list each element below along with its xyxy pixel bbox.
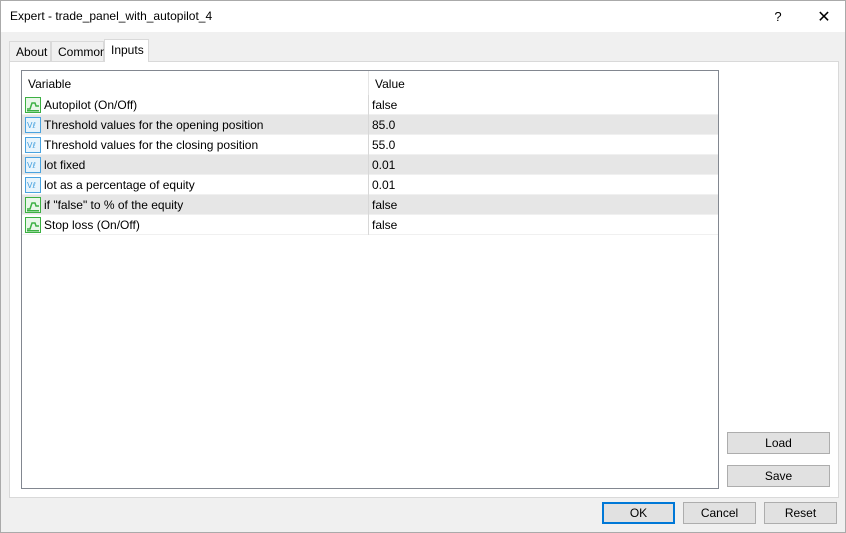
help-icon: ?: [774, 9, 782, 24]
inputs-panel: Variable Value Autopilot (On/Off) false V…: [9, 61, 839, 498]
variable-cell: Vℓ Threshold values for the closing posi…: [22, 135, 369, 155]
tab-inputs[interactable]: Inputs: [104, 39, 149, 62]
value-cell[interactable]: 0.01: [369, 155, 718, 175]
variable-cell: Stop loss (On/Off): [22, 215, 369, 235]
variable-cell: Vℓ Threshold values for the opening posi…: [22, 115, 369, 135]
variable-cell: Vℓ lot as a percentage of equity: [22, 175, 369, 195]
variable-label: Stop loss (On/Off): [44, 218, 140, 232]
variable-cell: if "false" to % of the equity: [22, 195, 369, 215]
table-row[interactable]: Stop loss (On/Off) false: [22, 215, 718, 235]
svg-text:Vℓ: Vℓ: [27, 161, 36, 170]
variable-label: lot fixed: [44, 158, 86, 172]
table-row[interactable]: Autopilot (On/Off) false: [22, 95, 718, 115]
variable-label: Threshold values for the closing positio…: [44, 138, 259, 152]
variable-cell: Autopilot (On/Off): [22, 95, 369, 115]
help-button[interactable]: ?: [755, 1, 801, 32]
svg-text:Vℓ: Vℓ: [27, 141, 36, 150]
value-icon: Vℓ: [25, 137, 41, 153]
value-cell[interactable]: 55.0: [369, 135, 718, 155]
value-cell[interactable]: false: [369, 195, 718, 215]
value-cell[interactable]: false: [369, 215, 718, 235]
value-cell[interactable]: 85.0: [369, 115, 718, 135]
cancel-button[interactable]: Cancel: [683, 502, 756, 524]
variable-label: Autopilot (On/Off): [44, 98, 138, 112]
table-row[interactable]: if "false" to % of the equity false: [22, 195, 718, 215]
close-icon: ✕: [817, 8, 831, 26]
inputs-table[interactable]: Variable Value Autopilot (On/Off) false V…: [21, 70, 719, 489]
reset-button[interactable]: Reset: [764, 502, 837, 524]
svg-text:Vℓ: Vℓ: [27, 181, 36, 190]
variable-cell: Vℓ lot fixed: [22, 155, 369, 175]
bool-icon: [25, 197, 41, 213]
table-row[interactable]: Vℓ lot as a percentage of equity 0.01: [22, 175, 718, 195]
bool-icon: [25, 217, 41, 233]
load-button[interactable]: Load: [727, 432, 830, 454]
title-bar: Expert - trade_panel_with_autopilot_4 ? …: [1, 1, 845, 32]
value-icon: Vℓ: [25, 177, 41, 193]
value-icon: Vℓ: [25, 157, 41, 173]
window-title: Expert - trade_panel_with_autopilot_4: [10, 9, 213, 23]
table-row[interactable]: Vℓ Threshold values for the closing posi…: [22, 135, 718, 155]
variable-label: lot as a percentage of equity: [44, 178, 195, 192]
ok-button[interactable]: OK: [602, 502, 675, 524]
tab-about[interactable]: About: [9, 41, 51, 61]
variable-label: if "false" to % of the equity: [44, 198, 184, 212]
save-button[interactable]: Save: [727, 465, 830, 487]
table-row[interactable]: Vℓ lot fixed 0.01: [22, 155, 718, 175]
value-cell[interactable]: false: [369, 95, 718, 115]
table-body: Autopilot (On/Off) false Vℓ Threshold val…: [22, 95, 718, 235]
variable-label: Threshold values for the opening positio…: [44, 118, 264, 132]
table-row[interactable]: Vℓ Threshold values for the opening posi…: [22, 115, 718, 135]
expert-dialog: Expert - trade_panel_with_autopilot_4 ? …: [0, 0, 846, 533]
svg-text:Vℓ: Vℓ: [27, 121, 36, 130]
column-header-variable[interactable]: Variable: [22, 71, 369, 95]
table-header: Variable Value: [22, 71, 718, 95]
bool-icon: [25, 97, 41, 113]
tab-common[interactable]: Common: [51, 41, 107, 61]
column-header-value[interactable]: Value: [369, 71, 718, 95]
value-icon: Vℓ: [25, 117, 41, 133]
value-cell[interactable]: 0.01: [369, 175, 718, 195]
close-button[interactable]: ✕: [801, 1, 846, 32]
